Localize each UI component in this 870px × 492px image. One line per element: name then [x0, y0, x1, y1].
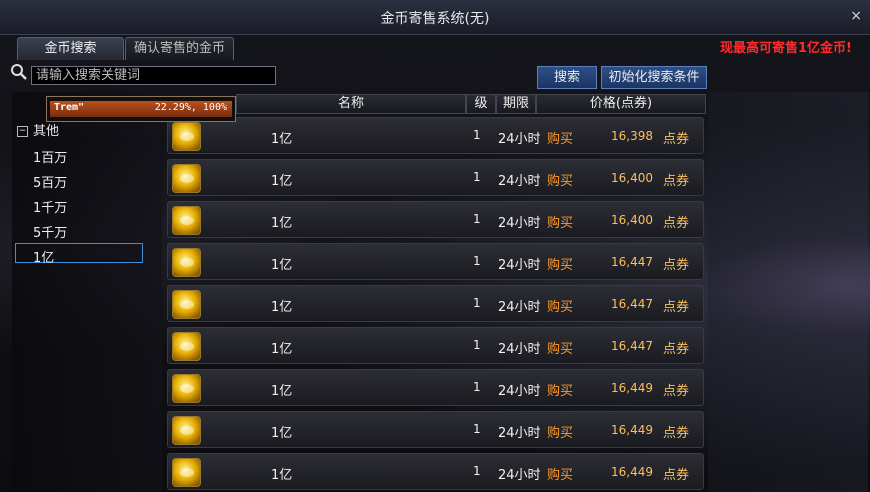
price-unit: 点券 [662, 174, 689, 189]
item-level: 1 [473, 380, 481, 394]
collapse-icon[interactable]: − [17, 126, 28, 137]
item-price: 16,398 [611, 129, 653, 143]
buy-button[interactable]: 购买 [547, 338, 573, 357]
item-price: 16,447 [611, 339, 653, 353]
column-header-duration[interactable]: 期限 [496, 94, 536, 114]
price-unit: 点券 [662, 132, 689, 147]
item-price: 16,400 [611, 171, 653, 185]
gold-coin-icon [172, 122, 201, 151]
table-row[interactable]: 1亿 1 24小时 购买 16,449 点券 [167, 453, 704, 490]
gold-coin-icon [172, 374, 201, 403]
category-item-selected[interactable]: 1亿 [33, 247, 54, 266]
item-level: 1 [473, 128, 481, 142]
category-item[interactable]: 5百万 [33, 172, 67, 191]
buy-button[interactable]: 购买 [547, 212, 573, 231]
item-level: 1 [473, 422, 481, 436]
item-name: 1亿 [271, 384, 293, 399]
buy-button[interactable]: 购买 [547, 422, 573, 441]
column-header-level[interactable]: 级 [466, 94, 496, 114]
performance-tooltip: Trem" 22.29%, 100% [46, 96, 236, 122]
search-input[interactable]: 请输入搜索关键词 [31, 66, 276, 85]
item-level: 1 [473, 212, 481, 226]
item-duration: 24小时 [498, 342, 541, 357]
price-unit: 点券 [662, 216, 689, 231]
item-level: 1 [473, 338, 481, 352]
item-name: 1亿 [271, 342, 293, 357]
table-row[interactable]: 1亿 1 24小时 购买 16,447 点券 [167, 327, 704, 364]
window-title: 金币寄售系统(无) [380, 11, 490, 27]
category-item[interactable]: 5千万 [33, 222, 67, 241]
item-price: 16,400 [611, 213, 653, 227]
price-unit: 点券 [662, 258, 689, 273]
tooltip-label: Trem" [54, 102, 85, 113]
price-unit: 点券 [662, 384, 689, 399]
item-level: 1 [473, 254, 481, 268]
item-name: 1亿 [271, 174, 293, 189]
item-duration: 24小时 [498, 258, 541, 273]
item-price: 16,447 [611, 255, 653, 269]
item-price: 16,447 [611, 297, 653, 311]
table-row[interactable]: 1亿 1 24小时 购买 16,400 点券 [167, 159, 704, 196]
item-name: 1亿 [271, 258, 293, 273]
item-level: 1 [473, 464, 481, 478]
item-level: 1 [473, 296, 481, 310]
gold-coin-icon [172, 458, 201, 487]
price-unit: 点券 [662, 426, 689, 441]
buy-button[interactable]: 购买 [547, 128, 573, 147]
background-decoration [708, 92, 868, 492]
table-row[interactable]: 1亿 1 24小时 购买 16,447 点券 [167, 243, 704, 280]
buy-button[interactable]: 购买 [547, 464, 573, 483]
table-row[interactable]: 1亿 1 24小时 购买 16,400 点券 [167, 201, 704, 238]
price-unit: 点券 [662, 300, 689, 315]
item-price: 16,449 [611, 381, 653, 395]
item-duration: 24小时 [498, 300, 541, 315]
item-duration: 24小时 [498, 174, 541, 189]
item-name: 1亿 [271, 216, 293, 231]
column-header-price[interactable]: 价格(点券) [536, 94, 706, 114]
item-price: 16,449 [611, 465, 653, 479]
item-duration: 24小时 [498, 216, 541, 231]
item-level: 1 [473, 170, 481, 184]
item-name: 1亿 [271, 468, 293, 483]
gold-coin-icon [172, 248, 201, 277]
search-button[interactable]: 搜索 [537, 66, 597, 89]
category-item[interactable]: 1千万 [33, 197, 67, 216]
gold-coin-icon [172, 206, 201, 235]
item-duration: 24小时 [498, 384, 541, 399]
item-name: 1亿 [271, 132, 293, 147]
buy-button[interactable]: 购买 [547, 296, 573, 315]
tab-gold-search[interactable]: 金币搜索 [17, 37, 124, 60]
table-row[interactable]: 1亿 1 24小时 购买 16,447 点券 [167, 285, 704, 322]
gold-coin-icon [172, 416, 201, 445]
buy-button[interactable]: 购买 [547, 380, 573, 399]
category-item[interactable]: 1百万 [33, 147, 67, 166]
column-header-name[interactable]: 名称 [236, 94, 466, 114]
title-bar: 金币寄售系统(无) × [0, 0, 870, 35]
table-row[interactable]: 1亿 1 24小时 购买 16,398 点券 [167, 117, 704, 154]
item-duration: 24小时 [498, 132, 541, 147]
tab-confirm-consignment[interactable]: 确认寄售的金币 [125, 37, 234, 60]
item-price: 16,449 [611, 423, 653, 437]
gold-coin-icon [172, 332, 201, 361]
item-name: 1亿 [271, 300, 293, 315]
category-group-other[interactable]: − 其他 [17, 120, 59, 139]
price-unit: 点券 [662, 468, 689, 483]
tooltip-value: 22.29%, 100% [154, 102, 227, 113]
item-name: 1亿 [271, 426, 293, 441]
gold-coin-icon [172, 164, 201, 193]
item-duration: 24小时 [498, 426, 541, 441]
table-row[interactable]: 1亿 1 24小时 购买 16,449 点券 [167, 411, 704, 448]
magnifier-icon [11, 64, 27, 80]
max-sale-notice: 现最高可寄售1亿金币! [720, 41, 852, 56]
gold-coin-icon [172, 290, 201, 319]
table-row[interactable]: 1亿 1 24小时 购买 16,449 点券 [167, 369, 704, 406]
close-icon[interactable]: × [850, 8, 862, 24]
category-group-label: 其他 [33, 124, 60, 139]
price-unit: 点券 [662, 342, 689, 357]
buy-button[interactable]: 购买 [547, 254, 573, 273]
buy-button[interactable]: 购买 [547, 170, 573, 189]
reset-search-button[interactable]: 初始化搜索条件 [601, 66, 707, 89]
item-duration: 24小时 [498, 468, 541, 483]
